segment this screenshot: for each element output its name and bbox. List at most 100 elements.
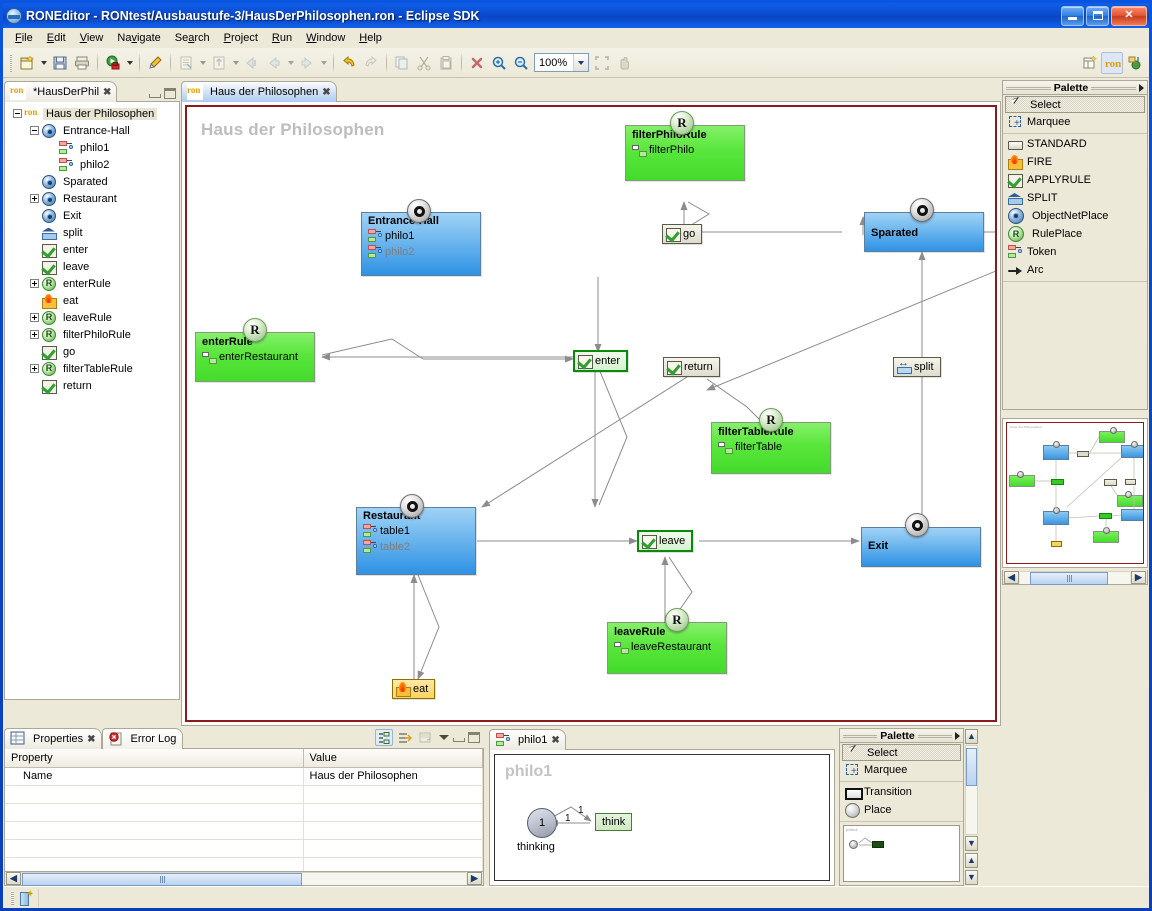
node-leave[interactable]: leave	[637, 530, 694, 552]
menu-view[interactable]: View	[73, 30, 111, 46]
open-resource-icon[interactable]	[208, 52, 230, 74]
thumb-scroll-up-button[interactable]: ▲	[965, 853, 978, 868]
tree-item-haus-der-philosophen[interactable]: Haus der Philosophen	[9, 105, 179, 122]
palette-item-token[interactable]: Token	[1003, 243, 1147, 261]
show-advanced-icon[interactable]	[396, 729, 414, 746]
back-dropdown-icon[interactable]	[285, 52, 296, 74]
rule-subnet[interactable]: leaveRestaurant	[608, 639, 726, 655]
philo-outline-thumbnail[interactable]: philo1	[843, 825, 960, 882]
node-go[interactable]: go	[662, 224, 703, 244]
new-wizard-dropdown-icon[interactable]	[38, 52, 49, 74]
zoom-level-combobox[interactable]: 100%	[534, 53, 589, 72]
run-icon[interactable]	[102, 52, 124, 74]
tab-properties[interactable]: Properties ✖	[4, 728, 102, 750]
open-type-icon[interactable]	[175, 52, 197, 74]
maximize-view-button[interactable]	[164, 88, 176, 99]
forward-dropdown-icon[interactable]	[318, 52, 329, 74]
node-restaurant[interactable]: Restaurant table1 table2	[356, 494, 476, 575]
undo-icon[interactable]	[338, 52, 360, 74]
table-row[interactable]: Name Haus der Philosophen	[5, 767, 483, 786]
new-wizard-icon[interactable]	[16, 52, 38, 74]
open-resource-dropdown-icon[interactable]	[230, 52, 241, 74]
cut-icon[interactable]	[413, 52, 435, 74]
node-enter[interactable]: enter	[573, 350, 629, 372]
palette-item-marquee[interactable]: Marquee	[840, 761, 963, 779]
node-entrance-hall[interactable]: Entrance-Hall philo1 philo2	[361, 199, 481, 276]
tree-item-split[interactable]: split	[9, 224, 179, 241]
expand-icon[interactable]	[30, 194, 39, 203]
token-table1[interactable]: table1	[357, 523, 475, 539]
table-row[interactable]	[5, 839, 483, 858]
palette-item-select[interactable]: Select	[842, 744, 961, 761]
tree-item-philo1[interactable]: philo1	[9, 139, 179, 156]
maximize-view-button[interactable]	[468, 732, 480, 744]
rule-subnet[interactable]: filterPhilo	[626, 142, 744, 158]
philo-canvas[interactable]: philo1 1 1 1 thinking think	[494, 754, 830, 881]
palette-pin-icon[interactable]	[955, 731, 960, 740]
node-leave-rule[interactable]: leaveRule leaveRestaurant R	[607, 608, 727, 674]
run-dropdown-icon[interactable]	[124, 52, 135, 74]
palette-item-standard[interactable]: STANDARD	[1003, 135, 1147, 153]
java-perspective-icon[interactable]	[1123, 52, 1145, 74]
properties-hscrollbar[interactable]: ◀ ▶	[4, 871, 484, 886]
minimize-view-button[interactable]	[149, 94, 161, 98]
tab-hausderphil[interactable]: *HausDerPhil ✖	[4, 81, 118, 102]
close-icon[interactable]: ✖	[87, 734, 95, 745]
token-table2[interactable]: table2	[357, 539, 475, 555]
node-eat[interactable]: eat	[392, 679, 436, 699]
expand-icon[interactable]	[30, 364, 39, 373]
scroll-left-button[interactable]: ◀	[6, 871, 21, 885]
token-philo1[interactable]: philo1	[362, 228, 480, 244]
philo-transition-think[interactable]: think	[595, 813, 633, 831]
table-row[interactable]	[5, 857, 483, 871]
scroll-right-button[interactable]: ▶	[467, 871, 482, 885]
node-enter-rule[interactable]: enterRule enterRestaurant R	[195, 318, 315, 382]
node-return[interactable]: return	[663, 357, 720, 377]
menu-file[interactable]: FFileile	[8, 30, 40, 46]
palette-item-fire[interactable]: FIRE	[1003, 153, 1147, 171]
philo-palette-vscrollbar[interactable]: ▲ ▼ ▲ ▼	[964, 728, 979, 886]
outline-thumbnail[interactable]: Haus der Philosophen	[1006, 422, 1144, 564]
menu-run[interactable]: Run	[265, 30, 299, 46]
pan-icon[interactable]	[613, 52, 635, 74]
tree-item-go[interactable]: go	[9, 343, 179, 360]
print-icon[interactable]	[71, 52, 93, 74]
scroll-thumb[interactable]	[1030, 571, 1108, 585]
node-sparated[interactable]: Sparated	[864, 198, 984, 252]
table-row[interactable]	[5, 785, 483, 804]
new-perspective-icon[interactable]	[1079, 52, 1101, 74]
tab-philo1[interactable]: philo1 ✖	[489, 729, 566, 750]
last-edit-icon[interactable]	[241, 52, 263, 74]
tree-item-eat[interactable]: eat	[9, 292, 179, 309]
copy-icon[interactable]	[391, 52, 413, 74]
toolbar-grip[interactable]	[10, 53, 13, 72]
scroll-left-button[interactable]: ◀	[1004, 570, 1019, 584]
scroll-up-button[interactable]: ▲	[965, 729, 978, 744]
collapse-icon[interactable]	[30, 126, 39, 135]
table-row[interactable]	[5, 821, 483, 840]
menu-navigate[interactable]: Navigate	[110, 30, 167, 46]
palette-item-applyrule[interactable]: APPLYRULE	[1003, 171, 1147, 189]
maximize-button[interactable]	[1086, 5, 1109, 26]
save-icon[interactable]	[49, 52, 71, 74]
outline-hscrollbar[interactable]: ◀ ▶	[1002, 570, 1148, 585]
tree-item-enter[interactable]: enter	[9, 241, 179, 258]
scroll-track[interactable]	[1020, 570, 1130, 585]
palette-item-place[interactable]: Place	[840, 801, 963, 819]
node-filter-philo-rule[interactable]: filterPhiloRule filterPhilo R	[625, 111, 745, 181]
palette-item-split[interactable]: SPLIT	[1003, 189, 1147, 207]
tree-item-entrance-hall[interactable]: Entrance-Hall	[9, 122, 179, 139]
philo-editor-body[interactable]: philo1 1 1 1 thinking think	[489, 750, 835, 886]
palette-item-arc[interactable]: Arc	[1003, 261, 1147, 279]
ron-model-tree[interactable]: Haus der Philosophen Entrance-Hall philo1 p…	[5, 102, 179, 394]
properties-table[interactable]: Property Value Name Haus der Philosophen	[5, 749, 483, 871]
thumb-scroll-down-button[interactable]: ▼	[965, 870, 978, 885]
zoom-in-icon[interactable]	[488, 52, 510, 74]
scroll-down-button[interactable]: ▼	[965, 836, 978, 851]
minimize-button[interactable]	[1061, 5, 1084, 26]
scroll-thumb[interactable]	[22, 872, 302, 886]
forward-icon[interactable]	[296, 52, 318, 74]
tree-item-filtertablerule[interactable]: filterTableRule	[9, 360, 179, 377]
view-menu-icon[interactable]	[438, 732, 450, 743]
node-exit[interactable]: Exit	[861, 513, 981, 567]
